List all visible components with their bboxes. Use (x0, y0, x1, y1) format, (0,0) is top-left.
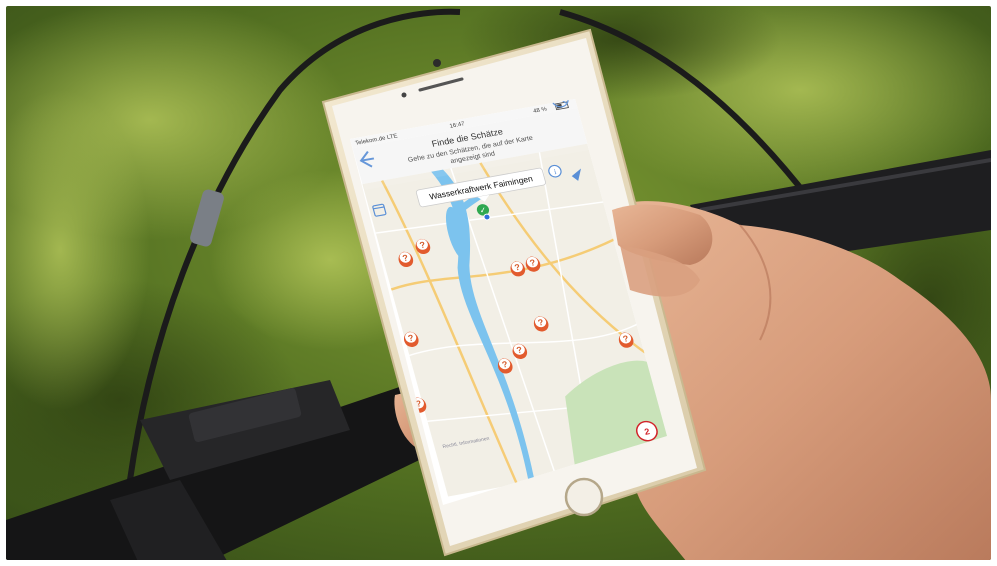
home-button[interactable] (564, 477, 604, 517)
photo-frame: Telekom.de LTE 16:47 48 % Finde die Schä… (6, 6, 991, 560)
photo-scene: Telekom.de LTE 16:47 48 % Finde die Schä… (0, 0, 997, 566)
photo-svg: Telekom.de LTE 16:47 48 % Finde die Schä… (6, 6, 991, 560)
front-camera (433, 59, 441, 67)
